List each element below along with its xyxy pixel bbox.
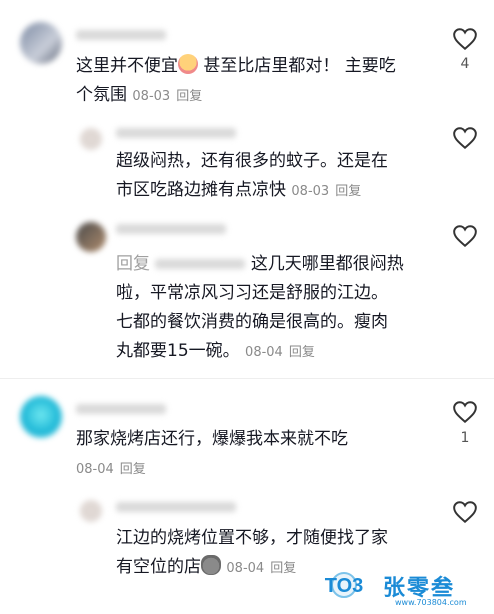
username[interactable] — [76, 404, 166, 414]
watermark: TO3 张零叁 www.703804.com — [309, 568, 484, 608]
like-heart-icon[interactable] — [452, 500, 478, 524]
username[interactable] — [116, 224, 226, 234]
poop-emoji-icon — [201, 555, 221, 575]
reply-button[interactable]: 回复 — [176, 89, 202, 104]
comment-date: 08-04 — [245, 345, 283, 360]
divider — [0, 378, 494, 379]
comment-date: 08-04 — [76, 462, 114, 477]
username[interactable] — [116, 128, 236, 138]
svg-text:TO3: TO3 — [325, 575, 364, 597]
avatar[interactable] — [80, 128, 102, 150]
like-heart-icon[interactable] — [452, 400, 478, 424]
avatar[interactable] — [20, 396, 62, 438]
avatar[interactable] — [20, 22, 62, 64]
comment-date: 08-04 — [226, 561, 265, 576]
watermark-logo: TO3 — [325, 572, 364, 598]
like-heart-icon[interactable] — [452, 126, 478, 150]
comment-text: 回复 这几天哪里都很闷热 啦，平常凉风习习还是舒服的江边。 七都的餐饮消费的确是… — [116, 254, 404, 361]
comment-date: 08-03 — [132, 89, 171, 104]
comment-text: 这里并不便宜 甚至比店里都对！ 主要吃 个氛围 08-03 回复 — [76, 54, 396, 105]
like-count: 4 — [460, 56, 470, 72]
like-heart-icon[interactable] — [452, 224, 478, 248]
reply-button[interactable]: 回复 — [120, 462, 146, 477]
reply-button[interactable]: 回复 — [270, 561, 296, 576]
avatar[interactable] — [80, 500, 102, 522]
comment-date: 08-03 — [291, 184, 330, 199]
comment-text: 超级闷热，还有很多的蚊子。还是在 市区吃路边摊有点凉快 08-03 回复 — [116, 151, 388, 200]
avatar[interactable] — [76, 222, 106, 252]
like-count: 1 — [460, 430, 470, 446]
username[interactable] — [116, 502, 236, 512]
like-heart-icon[interactable] — [452, 27, 478, 51]
crying-face-emoji-icon — [178, 54, 198, 74]
comment-text: 那家烧烤店还行，爆爆我本来就不吃 08-04 回复 — [76, 429, 348, 477]
reply-button[interactable]: 回复 — [289, 345, 315, 360]
reply-button[interactable]: 回复 — [335, 184, 361, 199]
reply-target-username[interactable] — [155, 259, 246, 269]
username[interactable] — [76, 30, 166, 40]
watermark-url: www.703804.com — [395, 598, 467, 607]
